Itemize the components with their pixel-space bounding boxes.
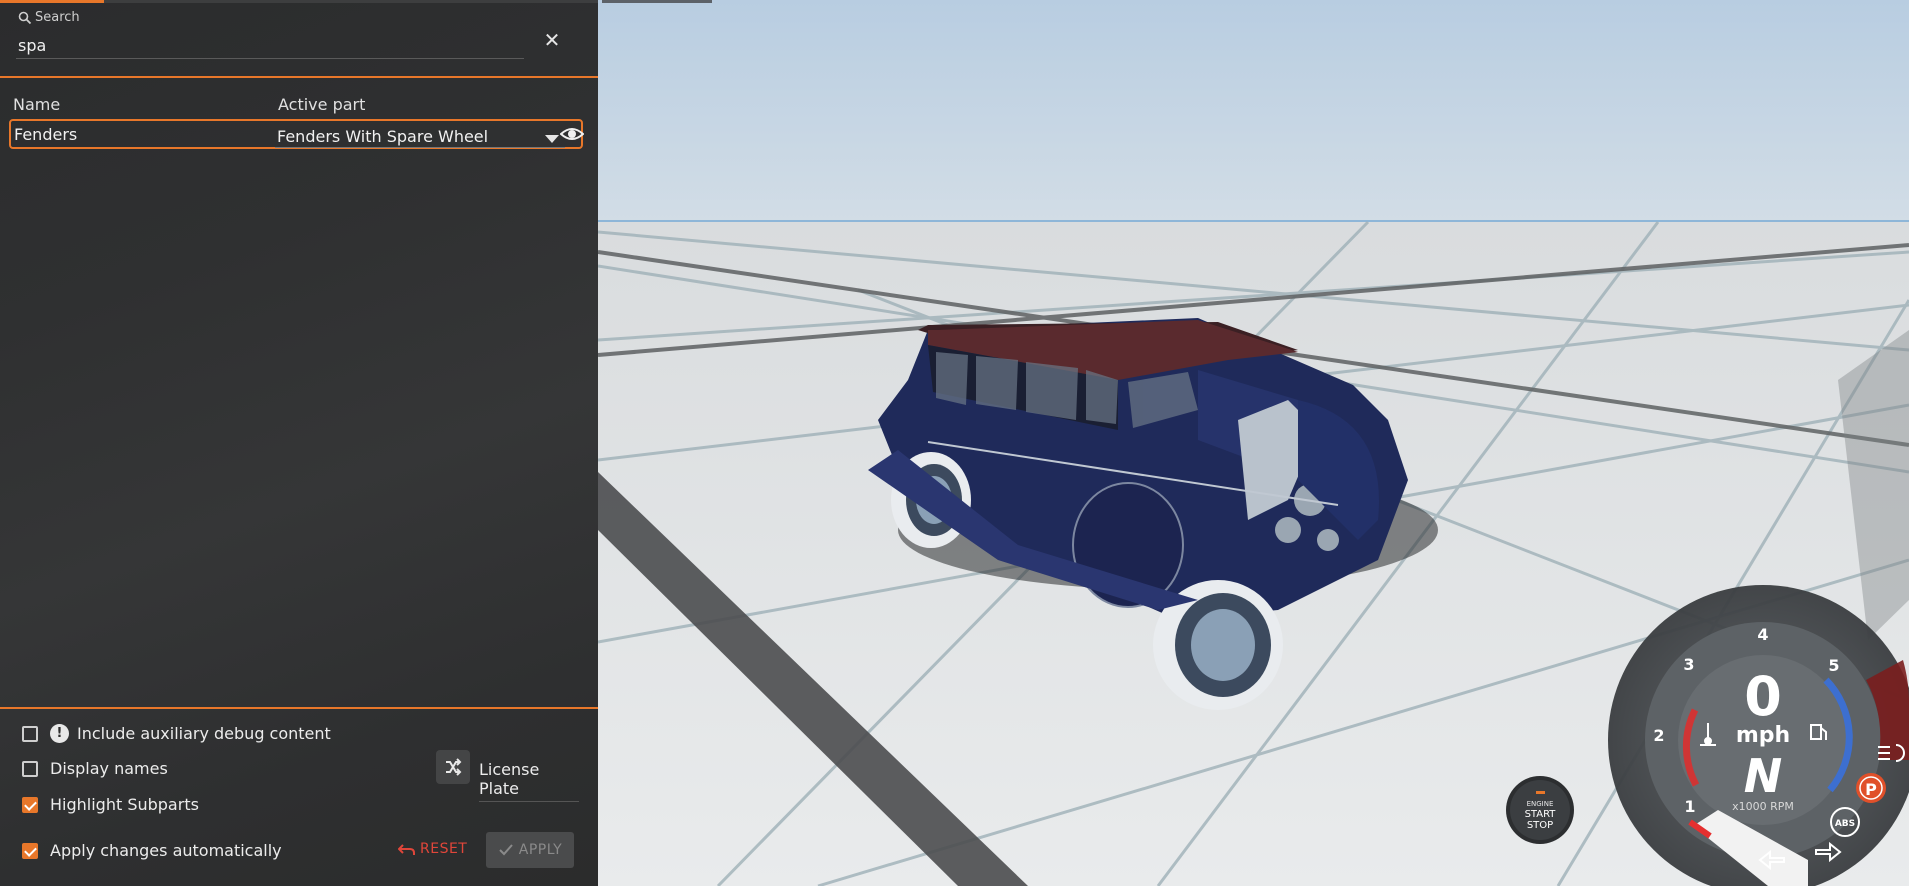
table-row[interactable]: Fenders Fenders With Spare Wheel [9, 119, 584, 149]
randomize-license-plate-button[interactable] [436, 750, 470, 784]
panel-top-bar [104, 0, 598, 3]
abs-indicator-text: ABS [1835, 819, 1855, 829]
reset-button[interactable]: RESET [390, 832, 475, 866]
reset-label: RESET [420, 841, 468, 857]
footer-divider [0, 707, 598, 709]
speed-value: 0 [1744, 665, 1782, 728]
engine-label-1: ENGINE [1527, 800, 1554, 808]
parking-brake-icon: P [1856, 773, 1886, 803]
gear-indicator: N [1744, 749, 1783, 803]
aux-debug-checkbox[interactable] [22, 725, 38, 742]
column-header-name: Name [13, 95, 61, 114]
apply-auto-label: Apply changes automatically [50, 841, 282, 860]
rpm-tick-4: 4 [1757, 625, 1768, 644]
undo-icon [398, 844, 415, 855]
option-highlight-subparts[interactable]: Highlight Subparts [22, 795, 199, 814]
active-part-dropdown[interactable]: Fenders With Spare Wheel [275, 125, 565, 148]
display-names-label: Display names [50, 759, 168, 778]
shuffle-icon [446, 758, 462, 776]
column-header-active-part: Active part [278, 95, 366, 114]
part-name: Fenders [14, 125, 78, 144]
check-icon [499, 844, 513, 856]
search-icon [18, 11, 32, 24]
close-icon: ✕ [543, 28, 561, 52]
active-part-value: Fenders With Spare Wheel [277, 127, 489, 146]
viewport-top-strip [602, 0, 712, 3]
rpm-tick-3: 3 [1683, 655, 1694, 674]
info-icon: ! [50, 724, 69, 743]
rpm-tick-5: 5 [1828, 656, 1839, 675]
option-aux-debug[interactable]: ! Include auxiliary debug content [22, 724, 331, 743]
clear-search-button[interactable]: ✕ [540, 28, 564, 52]
panel-top-accent [0, 0, 104, 3]
highlight-subparts-label: Highlight Subparts [50, 795, 199, 814]
part-config-panel: Search ✕ Name Active part Fenders Fender… [0, 0, 598, 886]
chevron-down-icon [545, 135, 559, 143]
parking-indicator-text: P [1865, 780, 1877, 799]
option-apply-auto[interactable]: Apply changes automatically [22, 841, 282, 860]
search-label: Search [35, 10, 80, 25]
display-names-checkbox[interactable] [22, 760, 38, 777]
apply-auto-checkbox[interactable] [22, 842, 38, 859]
3d-viewport[interactable]: ENGINE START STOP 1 2 3 4 5 0 mph N x100… [598, 0, 1909, 886]
rpm-unit: x1000 RPM [1732, 800, 1794, 813]
apply-button[interactable]: APPLY [486, 832, 574, 868]
scene-render: ENGINE START STOP 1 2 3 4 5 0 mph N x100… [598, 0, 1909, 886]
license-plate-field[interactable]: License Plate [479, 760, 579, 802]
engine-label-2: START [1525, 809, 1557, 820]
search-input[interactable] [16, 32, 524, 59]
engine-start-stop-button: ENGINE START STOP [1506, 776, 1574, 844]
option-display-names[interactable]: Display names [22, 759, 168, 778]
highlight-subparts-checkbox[interactable] [22, 796, 38, 813]
rpm-tick-2: 2 [1653, 726, 1664, 745]
header-divider [0, 76, 598, 78]
speed-unit: mph [1736, 723, 1790, 748]
rpm-tick-1: 1 [1684, 797, 1695, 816]
search-label-row: Search [18, 10, 80, 25]
aux-debug-label: Include auxiliary debug content [77, 724, 331, 743]
apply-label: APPLY [518, 842, 563, 858]
eye-icon[interactable] [560, 124, 584, 144]
engine-label-3: STOP [1527, 820, 1553, 831]
